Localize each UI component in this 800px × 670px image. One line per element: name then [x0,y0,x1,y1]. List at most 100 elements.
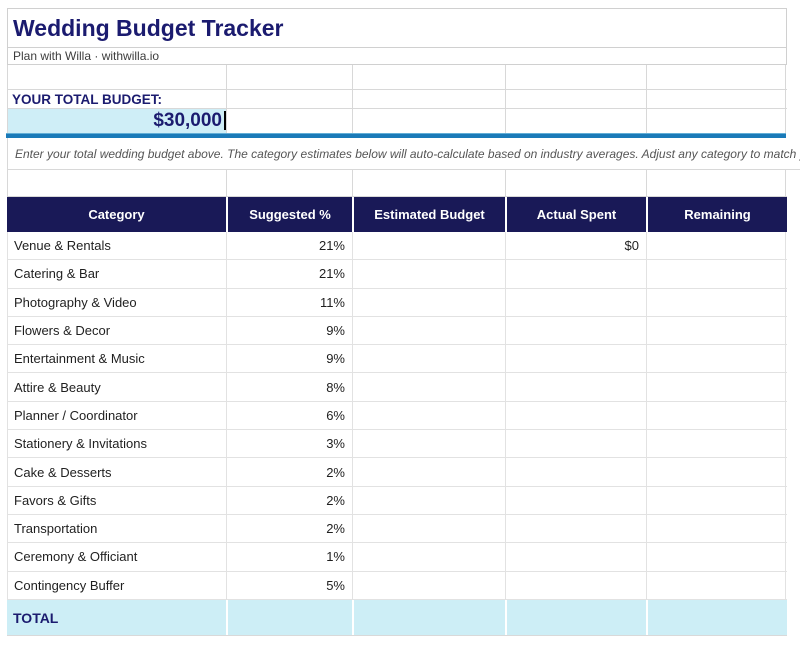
actual-spent-cell[interactable] [506,289,647,316]
suggested-pct-cell[interactable]: 1% [227,543,353,570]
suggested-pct-cell[interactable]: 6% [227,402,353,429]
estimated-budget-cell[interactable] [353,345,506,372]
category-cell[interactable]: Planner / Coordinator [7,402,227,429]
suggested-pct-cell[interactable]: 11% [227,289,353,316]
remaining-cell[interactable] [647,402,786,429]
empty-cell[interactable] [353,109,506,133]
estimated-budget-cell[interactable] [353,289,506,316]
total-estimated-budget-cell[interactable] [354,600,505,635]
column-header-actual-spent[interactable]: Actual Spent [507,197,646,232]
category-cell[interactable]: Transportation [7,515,227,542]
empty-cell[interactable] [227,109,353,133]
empty-cell[interactable] [506,170,647,196]
total-remaining-cell[interactable] [648,600,787,635]
empty-cell[interactable] [647,109,786,133]
estimated-budget-cell[interactable] [353,572,506,599]
category-cell[interactable]: Stationery & Invitations [7,430,227,457]
empty-cell[interactable] [7,170,227,196]
category-cell[interactable]: Photography & Video [7,289,227,316]
estimated-budget-cell[interactable] [353,543,506,570]
remaining-cell[interactable] [647,572,786,599]
empty-cell[interactable] [506,90,647,108]
actual-spent-cell[interactable] [506,515,647,542]
remaining-cell[interactable] [647,260,786,287]
actual-spent-cell[interactable] [506,373,647,400]
table-row: Flowers & Decor 9% [7,317,787,345]
actual-spent-cell[interactable]: $0 [506,232,647,259]
estimated-budget-cell[interactable] [353,487,506,514]
category-cell[interactable]: Ceremony & Officiant [7,543,227,570]
remaining-cell[interactable] [647,373,786,400]
empty-cell[interactable] [227,170,353,196]
empty-cell[interactable] [353,65,506,89]
empty-cell[interactable] [506,65,647,89]
empty-cell[interactable] [647,65,786,89]
category-cell[interactable]: Favors & Gifts [7,487,227,514]
column-header-remaining[interactable]: Remaining [648,197,787,232]
remaining-cell[interactable] [647,317,786,344]
category-cell[interactable]: Catering & Bar [7,260,227,287]
category-cell[interactable]: Cake & Desserts [7,458,227,485]
actual-spent-cell[interactable] [506,345,647,372]
total-suggested-pct-cell[interactable] [228,600,352,635]
estimated-budget-cell[interactable] [353,430,506,457]
estimated-budget-cell[interactable] [353,232,506,259]
remaining-cell[interactable] [647,345,786,372]
empty-cell[interactable] [647,90,786,108]
estimated-budget-cell[interactable] [353,260,506,287]
actual-spent-cell[interactable] [506,430,647,457]
remaining-cell[interactable] [647,515,786,542]
column-header-label: Category [88,207,144,222]
empty-cell[interactable] [7,65,227,89]
empty-cell[interactable] [506,109,647,133]
total-label-cell[interactable]: TOTAL [7,600,226,635]
estimated-budget-cell[interactable] [353,515,506,542]
actual-spent-cell[interactable] [506,458,647,485]
category-cell[interactable]: Contingency Buffer [7,572,227,599]
category-cell[interactable]: Flowers & Decor [7,317,227,344]
column-header-suggested-pct[interactable]: Suggested % [228,197,352,232]
empty-cell[interactable] [227,65,353,89]
table-row: Transportation 2% [7,515,787,543]
title-block: Wedding Budget Tracker Plan with Willa ·… [7,8,787,65]
actual-spent-cell[interactable] [506,487,647,514]
suggested-pct-cell[interactable]: 21% [227,260,353,287]
remaining-cell[interactable] [647,458,786,485]
remaining-cell[interactable] [647,289,786,316]
suggested-pct-cell[interactable]: 21% [227,232,353,259]
actual-spent-cell[interactable] [506,260,647,287]
remaining-cell[interactable] [647,487,786,514]
suggested-pct-cell[interactable]: 5% [227,572,353,599]
suggested-pct-cell[interactable]: 8% [227,373,353,400]
suggested-pct-cell[interactable]: 2% [227,458,353,485]
actual-spent-cell[interactable] [506,543,647,570]
actual-spent-cell[interactable] [506,572,647,599]
table-row: Cake & Desserts 2% [7,458,787,486]
category-cell[interactable]: Venue & Rentals [7,232,227,259]
remaining-cell[interactable] [647,232,786,259]
actual-spent-cell[interactable] [506,317,647,344]
total-actual-spent-cell[interactable] [507,600,646,635]
actual-spent-cell[interactable] [506,402,647,429]
empty-cell[interactable] [227,90,353,108]
estimated-budget-cell[interactable] [353,317,506,344]
suggested-pct-cell[interactable]: 3% [227,430,353,457]
suggested-pct-cell[interactable]: 2% [227,515,353,542]
column-header-category[interactable]: Category [7,197,226,232]
category-cell[interactable]: Attire & Beauty [7,373,227,400]
estimated-budget-cell[interactable] [353,458,506,485]
column-header-estimated-budget[interactable]: Estimated Budget [354,197,505,232]
remaining-cell[interactable] [647,430,786,457]
category-cell[interactable]: Entertainment & Music [7,345,227,372]
suggested-pct-cell[interactable]: 9% [227,345,353,372]
empty-cell[interactable] [353,170,506,196]
suggested-pct-cell[interactable]: 9% [227,317,353,344]
empty-cell[interactable] [647,170,786,196]
title-row: Wedding Budget Tracker [8,9,786,48]
suggested-pct-cell[interactable]: 2% [227,487,353,514]
estimated-budget-cell[interactable] [353,402,506,429]
remaining-cell[interactable] [647,543,786,570]
budget-input-cell[interactable]: $30,000 [7,109,227,133]
empty-cell[interactable] [353,90,506,108]
estimated-budget-cell[interactable] [353,373,506,400]
